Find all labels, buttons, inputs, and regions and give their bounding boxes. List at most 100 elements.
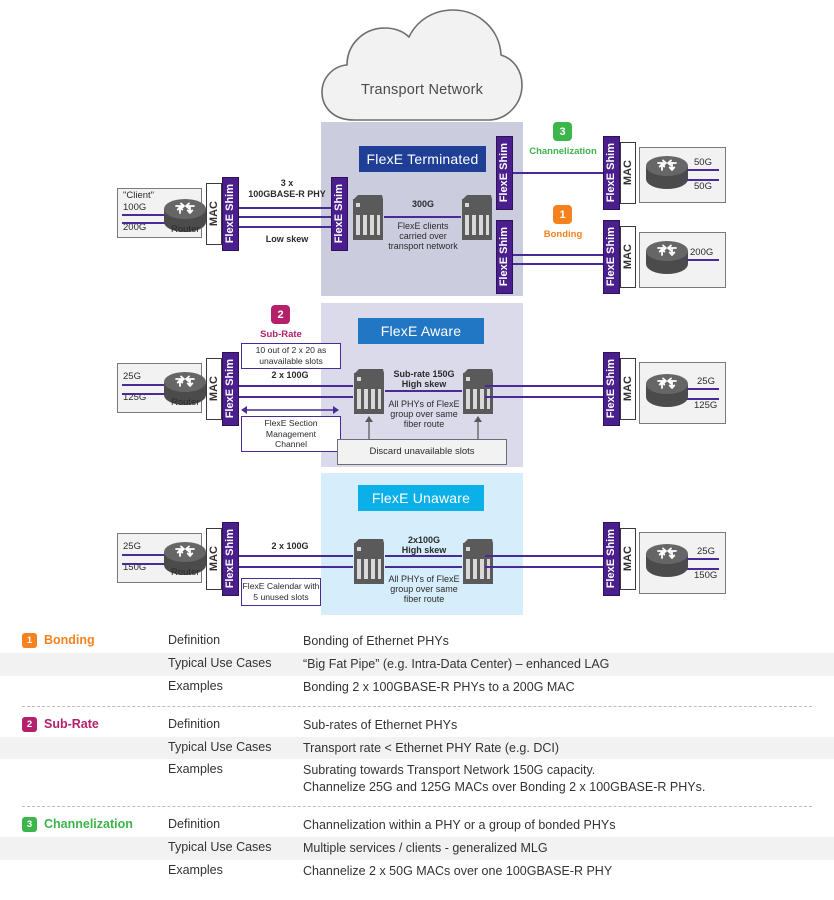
channelization-link — [513, 172, 603, 174]
phy-line-unaware-2 — [239, 566, 353, 568]
phy-line-unaware-right-2 — [485, 566, 603, 568]
transport-network-cloud — [318, 8, 526, 126]
router-icon-terminated-right-top — [645, 155, 689, 191]
legend-value-bonding-examples: Bonding 2 x 100GBASE-R PHYs to a 200G MA… — [303, 679, 575, 694]
mac-bar-terminated-right-top: MAC — [620, 142, 636, 204]
legend-category-spacer — [0, 737, 168, 740]
phy-line-unaware-1 — [239, 555, 353, 557]
legend-group-sub-rate: 2 Sub-Rate Definition Sub-rates of Ether… — [0, 714, 834, 800]
mac-bar-terminated-right-bottom: MAC — [620, 226, 636, 288]
rate-terminated-left-top: 100G — [123, 202, 147, 213]
legend-value-channelization-use-cases: Multiple services / clients - generalize… — [303, 841, 548, 855]
mgmt-box-l3: Channel — [274, 439, 307, 450]
legend-category-spacer — [0, 759, 168, 762]
flexe-section-mgmt-box: FlexE Section Management Channel — [241, 416, 341, 452]
legend-value-sub-rate-examples: Subrating towards Transport Network 150G… — [303, 759, 834, 799]
client-line-terminated-rt-a — [687, 169, 719, 171]
transport-link-aware — [385, 390, 462, 392]
phy-line-unaware-right-1 — [485, 555, 603, 557]
phy-line-aware-2 — [239, 396, 353, 398]
unavailable-slots-l2: unavailable slots — [259, 356, 323, 366]
legend-group-bonding: 1 Bonding Definition Bonding of Ethernet… — [0, 630, 834, 699]
shim-label: FlexE Shim — [605, 529, 617, 589]
legend-field-use-cases: Typical Use Cases — [168, 655, 272, 670]
legend-row-use-cases: Typical Use Cases Multiple services / cl… — [0, 837, 834, 860]
phy-line-aware-right-1 — [485, 385, 603, 387]
client-line-unaware-right-a — [687, 558, 719, 560]
legend-category-spacer — [0, 860, 168, 863]
transport-note-unaware-l3: fiber route — [403, 594, 445, 604]
shim-label: FlexE Shim — [333, 184, 345, 244]
transport-rate-terminated: 300G — [411, 199, 435, 209]
legend-row-use-cases: Typical Use Cases “Big Fat Pipe” (e.g. I… — [0, 652, 834, 676]
legend-row-definition: 2 Sub-Rate Definition Sub-rates of Ether… — [0, 714, 834, 737]
router-icon-aware-right — [645, 373, 689, 409]
legend-row-examples: Examples Subrating towards Transport Net… — [0, 759, 834, 799]
transport-note-aware-l3: fiber route — [403, 419, 445, 429]
link-label-aware: 2 x 100G — [271, 370, 309, 380]
legend-row-examples: Examples Bonding 2 x 100GBASE-R PHYs to … — [0, 676, 834, 699]
legend-value-sub-rate-use-cases: Transport rate < Ethernet PHY Rate (e.g.… — [303, 740, 560, 755]
transport-rate-aware-l2: High skew — [401, 379, 447, 389]
calendar-box-l2: 5 unused slots — [253, 592, 309, 602]
transport-network-label: Transport Network — [360, 82, 484, 98]
router-label-unaware-left: Router — [171, 567, 200, 578]
shim-label: FlexE Shim — [498, 143, 510, 203]
shim-label: FlexE Shim — [605, 359, 617, 419]
mac-bar-unaware-right: MAC — [620, 528, 636, 590]
legend-field-use-cases: Typical Use Cases — [168, 739, 272, 754]
legend-field-examples: Examples — [168, 678, 223, 693]
legend-category-sub-rate: 2 Sub-Rate — [0, 714, 168, 732]
badge-3-channelization: 3 — [553, 122, 572, 141]
mgmt-box-l2: Management — [265, 428, 317, 439]
badge-caption-channelization: Channelization — [529, 146, 597, 157]
badge-caption-sub-rate: Sub-Rate — [260, 329, 302, 340]
legend-separator — [22, 705, 812, 707]
router-icon-unaware-right — [645, 543, 689, 579]
shim-label: FlexE Shim — [605, 227, 617, 287]
mac-label: MAC — [207, 376, 220, 402]
phy-line-aware-1 — [239, 385, 353, 387]
mac-label: MAC — [207, 201, 220, 227]
legend-row-definition: 3 Channelization Definition Channelizati… — [0, 814, 834, 837]
router-icon-terminated-right-bottom — [645, 240, 689, 276]
discard-arrow-left — [365, 416, 373, 440]
phy-line-terminated-2 — [239, 216, 334, 218]
low-skew-label: Low skew — [265, 234, 309, 244]
section-title-flexe-aware: FlexE Aware — [358, 318, 484, 344]
legend-field-definition: Definition — [168, 817, 221, 832]
router-label-aware-left: Router — [171, 397, 200, 408]
rate-terminated-right-top-1: 50G — [694, 157, 712, 168]
phy-line-aware-right-2 — [485, 396, 603, 398]
legend-separator — [22, 806, 812, 808]
shim-label: FlexE Shim — [224, 184, 236, 244]
shim-bar-terminated-panel-right-bottom: FlexE Shim — [496, 220, 513, 294]
legend-category-name-bonding: Bonding — [44, 633, 95, 647]
legend-category-name-channelization: Channelization — [44, 817, 133, 832]
shim-bar-terminated-right-bottom: FlexE Shim — [603, 220, 620, 294]
shim-bar-aware-left: FlexE Shim — [222, 352, 239, 426]
legend-category-spacer — [0, 676, 168, 679]
shim-bar-unaware-right: FlexE Shim — [603, 522, 620, 596]
rate-aware-right-top: 25G — [697, 376, 715, 387]
mac-bar-aware-right: MAC — [620, 358, 636, 420]
client-line-aware-right-a — [687, 388, 719, 390]
rate-terminated-right-bottom: 200G — [690, 247, 714, 258]
badge-1-bonding: 1 — [553, 205, 572, 224]
router-label-terminated-left: Router — [171, 224, 200, 235]
rate-unaware-right-bottom: 150G — [694, 570, 718, 581]
rate-unaware-right-top: 25G — [697, 546, 715, 557]
phy-label-terminated-l1: 3 x — [280, 178, 294, 188]
shim-bar-unaware-left: FlexE Shim — [222, 522, 239, 596]
legend-field-use-cases: Typical Use Cases — [168, 840, 272, 854]
mac-label: MAC — [621, 546, 634, 572]
shim-label: FlexE Shim — [224, 359, 236, 419]
legend-row-definition: 1 Bonding Definition Bonding of Ethernet… — [0, 630, 834, 653]
calendar-box-l1: FlexE Calendar with — [242, 581, 320, 592]
legend-category-spacer — [0, 653, 168, 656]
bonding-link-1 — [513, 254, 603, 256]
legend-value-bonding-use-cases: “Big Fat Pipe” (e.g. Intra-Data Center) … — [303, 656, 610, 671]
unavailable-slots-l1: 10 out of 2 x 20 as — [255, 345, 327, 356]
legend-badge-3: 3 — [22, 817, 37, 833]
legend-value-channelization-examples: Channelize 2 x 50G MACs over one 100GBAS… — [303, 863, 613, 878]
